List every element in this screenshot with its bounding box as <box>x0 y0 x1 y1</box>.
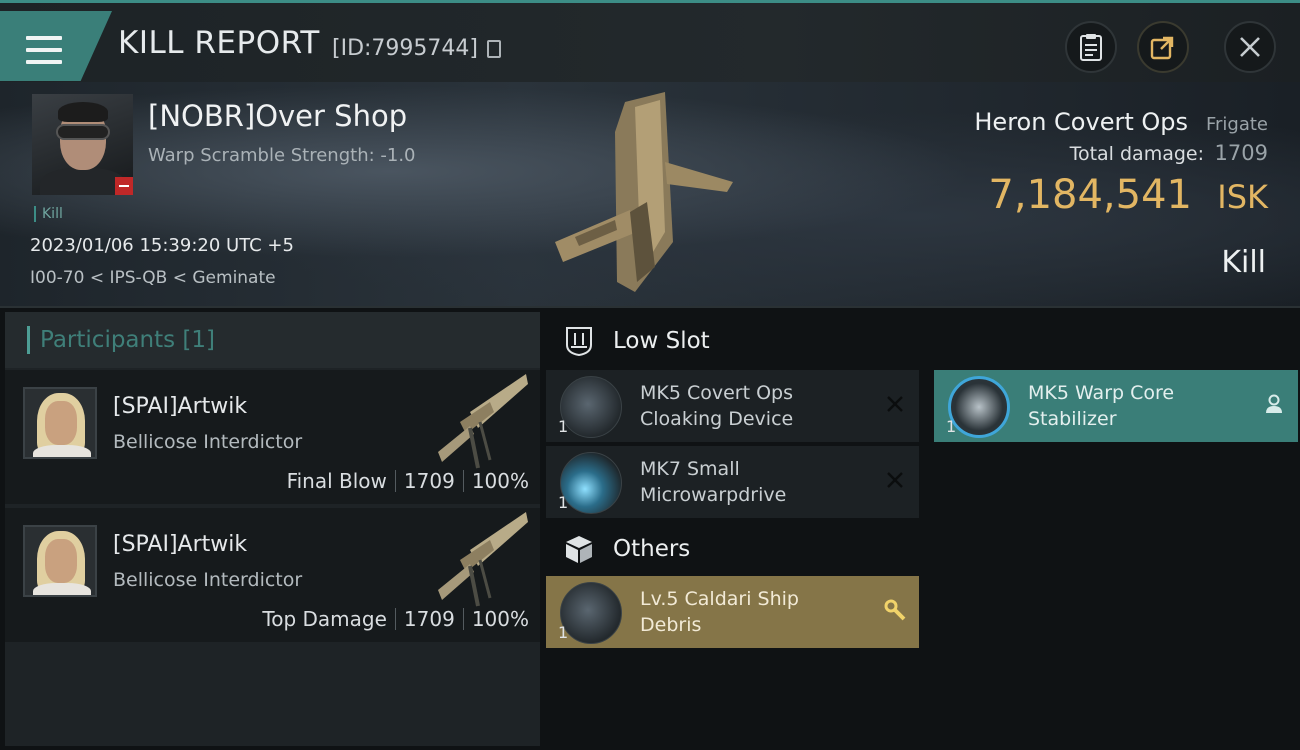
total-damage-label: Total damage: <box>1069 143 1204 165</box>
item-name: Lv.5 Caldari Ship Debris <box>640 586 870 638</box>
others-header: Others <box>545 520 920 580</box>
item-name-line2: Cloaking Device <box>640 408 794 430</box>
low-slot-icon <box>566 327 592 357</box>
participant-role: Top Damage <box>262 607 387 631</box>
kill-datetime: 2023/01/06 15:39:20 UTC +5 <box>30 235 294 256</box>
item-quantity: 1 <box>558 417 569 436</box>
isk-value: 7,184,541 <box>988 172 1192 218</box>
item-name-line1: MK5 Covert Ops <box>640 382 794 404</box>
clipboard-button[interactable] <box>1065 21 1117 73</box>
participant-damage: 1709 <box>403 607 455 631</box>
others-title: Others <box>613 536 691 562</box>
item-quantity: 1 <box>946 417 957 436</box>
cloaking-device-icon <box>560 376 622 438</box>
participant-stats: Final Blow 1709 100% <box>287 469 529 493</box>
destroyed-icon <box>887 396 903 412</box>
participant-stats: Top Damage 1709 100% <box>262 607 529 631</box>
close-button[interactable] <box>1224 21 1276 73</box>
participant-percent: 100% <box>471 469 529 493</box>
item-warp-core-stabilizer[interactable]: 1 MK5 Warp Core Stabilizer <box>934 370 1298 442</box>
destroyed-icon <box>887 472 903 488</box>
item-name-line1: Lv.5 Caldari Ship <box>640 588 799 610</box>
participant-ship-image <box>438 374 528 469</box>
ship-debris-icon <box>560 582 622 644</box>
clipboard-icon <box>1080 34 1102 61</box>
participants-count: [1] <box>182 327 216 353</box>
participant-role: Final Blow <box>286 469 387 493</box>
item-name: MK5 Covert Ops Cloaking Device <box>640 380 870 432</box>
negative-standing-icon <box>115 177 133 195</box>
victim-ship-image <box>555 92 733 292</box>
participant-ship: Bellicose Interdictor <box>113 431 303 453</box>
item-name: MK5 Warp Core Stabilizer <box>1028 380 1258 432</box>
box-icon <box>566 536 592 563</box>
kill-tag: Kill <box>34 206 63 222</box>
low-slot-header: Low Slot <box>545 312 920 372</box>
share-button[interactable] <box>1137 21 1189 73</box>
item-ship-debris[interactable]: 1 Lv.5 Caldari Ship Debris <box>546 576 919 648</box>
low-slot-title: Low Slot <box>613 328 710 354</box>
participant-ship: Bellicose Interdictor <box>113 569 303 591</box>
item-name-line1: MK7 Small <box>640 458 740 480</box>
kill-location[interactable]: I00-70 < IPS-QB < Geminate <box>30 268 276 288</box>
item-name-line2: Debris <box>640 614 702 636</box>
top-bar: KILL REPORT [ID:7995744] <box>0 0 1300 82</box>
item-microwarpdrive[interactable]: 1 MK7 Small Microwarpdrive <box>546 446 919 518</box>
person-icon <box>1266 394 1282 413</box>
participant-row[interactable]: [SPAI]Artwik Bellicose Interdictor Top D… <box>5 508 540 642</box>
warp-scramble-strength: Warp Scramble Strength: -1.0 <box>148 145 416 166</box>
participant-percent: 100% <box>471 607 529 631</box>
participants-panel: Participants [1] [SPAI]Artwik Bellicose … <box>5 312 540 746</box>
total-damage-value: 1709 <box>1214 141 1268 165</box>
participants-header: Participants [1] <box>5 312 540 368</box>
participant-avatar[interactable] <box>23 525 97 597</box>
participant-row[interactable]: [SPAI]Artwik Bellicose Interdictor Final… <box>5 370 540 504</box>
item-quantity: 1 <box>558 623 569 642</box>
participant-damage: 1709 <box>403 469 455 493</box>
warp-core-stabilizer-icon <box>948 376 1010 438</box>
participants-title: Participants [1] <box>27 326 215 354</box>
item-name-line2: Microwarpdrive <box>640 484 787 506</box>
item-name-line2: Stabilizer <box>1028 408 1117 430</box>
page-title: KILL REPORT <box>118 25 320 61</box>
isk-unit: ISK <box>1217 178 1268 216</box>
item-covert-ops-cloak[interactable]: 1 MK5 Covert Ops Cloaking Device <box>546 370 919 442</box>
participant-ship-image <box>438 512 528 607</box>
share-icon <box>1150 36 1174 60</box>
victim-ship-name[interactable]: Heron Covert Ops <box>974 108 1188 136</box>
participants-title-text: Participants <box>40 327 176 353</box>
result-label: Kill <box>1221 245 1266 280</box>
report-id: [ID:7995744] <box>332 36 478 61</box>
item-quantity: 1 <box>558 493 569 512</box>
participant-name: [SPAI]Artwik <box>113 394 248 419</box>
participant-name: [SPAI]Artwik <box>113 532 248 557</box>
copy-icon[interactable] <box>487 40 501 58</box>
item-name-line1: MK5 Warp Core <box>1028 382 1175 404</box>
close-icon <box>1240 37 1260 57</box>
menu-icon <box>26 36 62 64</box>
victim-ship-class: Frigate <box>1205 114 1268 135</box>
menu-button[interactable] <box>0 11 112 81</box>
item-name: MK7 Small Microwarpdrive <box>640 456 870 508</box>
microwarpdrive-icon <box>560 452 622 514</box>
victim-name[interactable]: [NOBR]Over Shop <box>148 99 407 133</box>
wrench-icon <box>884 599 906 621</box>
participant-avatar[interactable] <box>23 387 97 459</box>
